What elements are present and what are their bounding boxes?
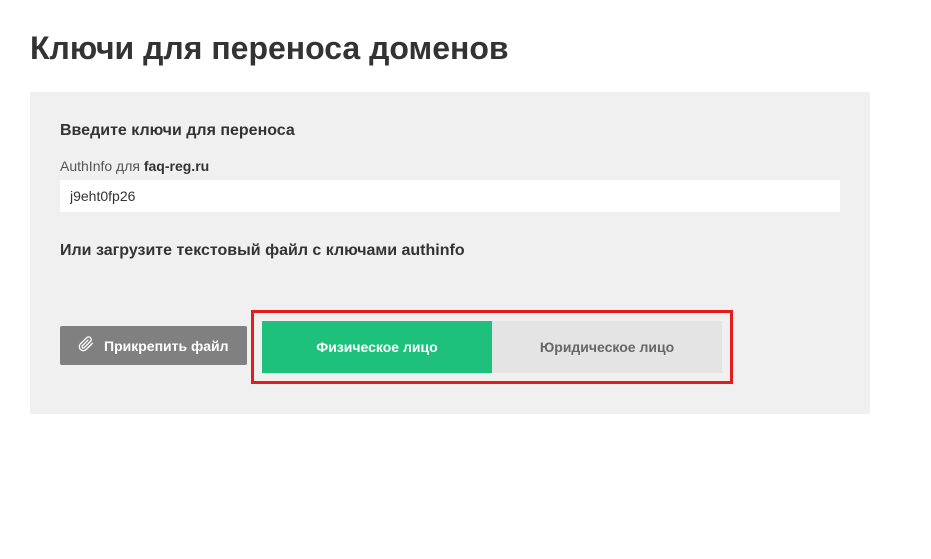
entity-individual-button[interactable]: Физическое лицо (262, 321, 492, 373)
authinfo-label: AuthInfo для faq-reg.ru (60, 158, 840, 174)
authinfo-input[interactable] (60, 180, 840, 212)
enter-keys-heading: Введите ключи для переноса (60, 122, 840, 140)
paperclip-icon (78, 336, 104, 355)
entity-legal-button[interactable]: Юридическое лицо (492, 321, 722, 373)
or-upload-heading: Или загрузите текстовый файл с ключами a… (60, 242, 840, 260)
entity-type-toggle: Физическое лицо Юридическое лицо (262, 321, 722, 373)
attach-file-button[interactable]: Прикрепить файл (60, 326, 247, 365)
transfer-keys-panel: Введите ключи для переноса AuthInfo для … (30, 92, 870, 414)
attach-file-label: Прикрепить файл (104, 338, 229, 354)
authinfo-domain: faq-reg.ru (144, 158, 209, 174)
authinfo-label-prefix: AuthInfo для (60, 158, 144, 174)
page-title: Ключи для переноса доменов (0, 0, 931, 92)
entity-type-highlight: Физическое лицо Юридическое лицо (251, 310, 733, 384)
